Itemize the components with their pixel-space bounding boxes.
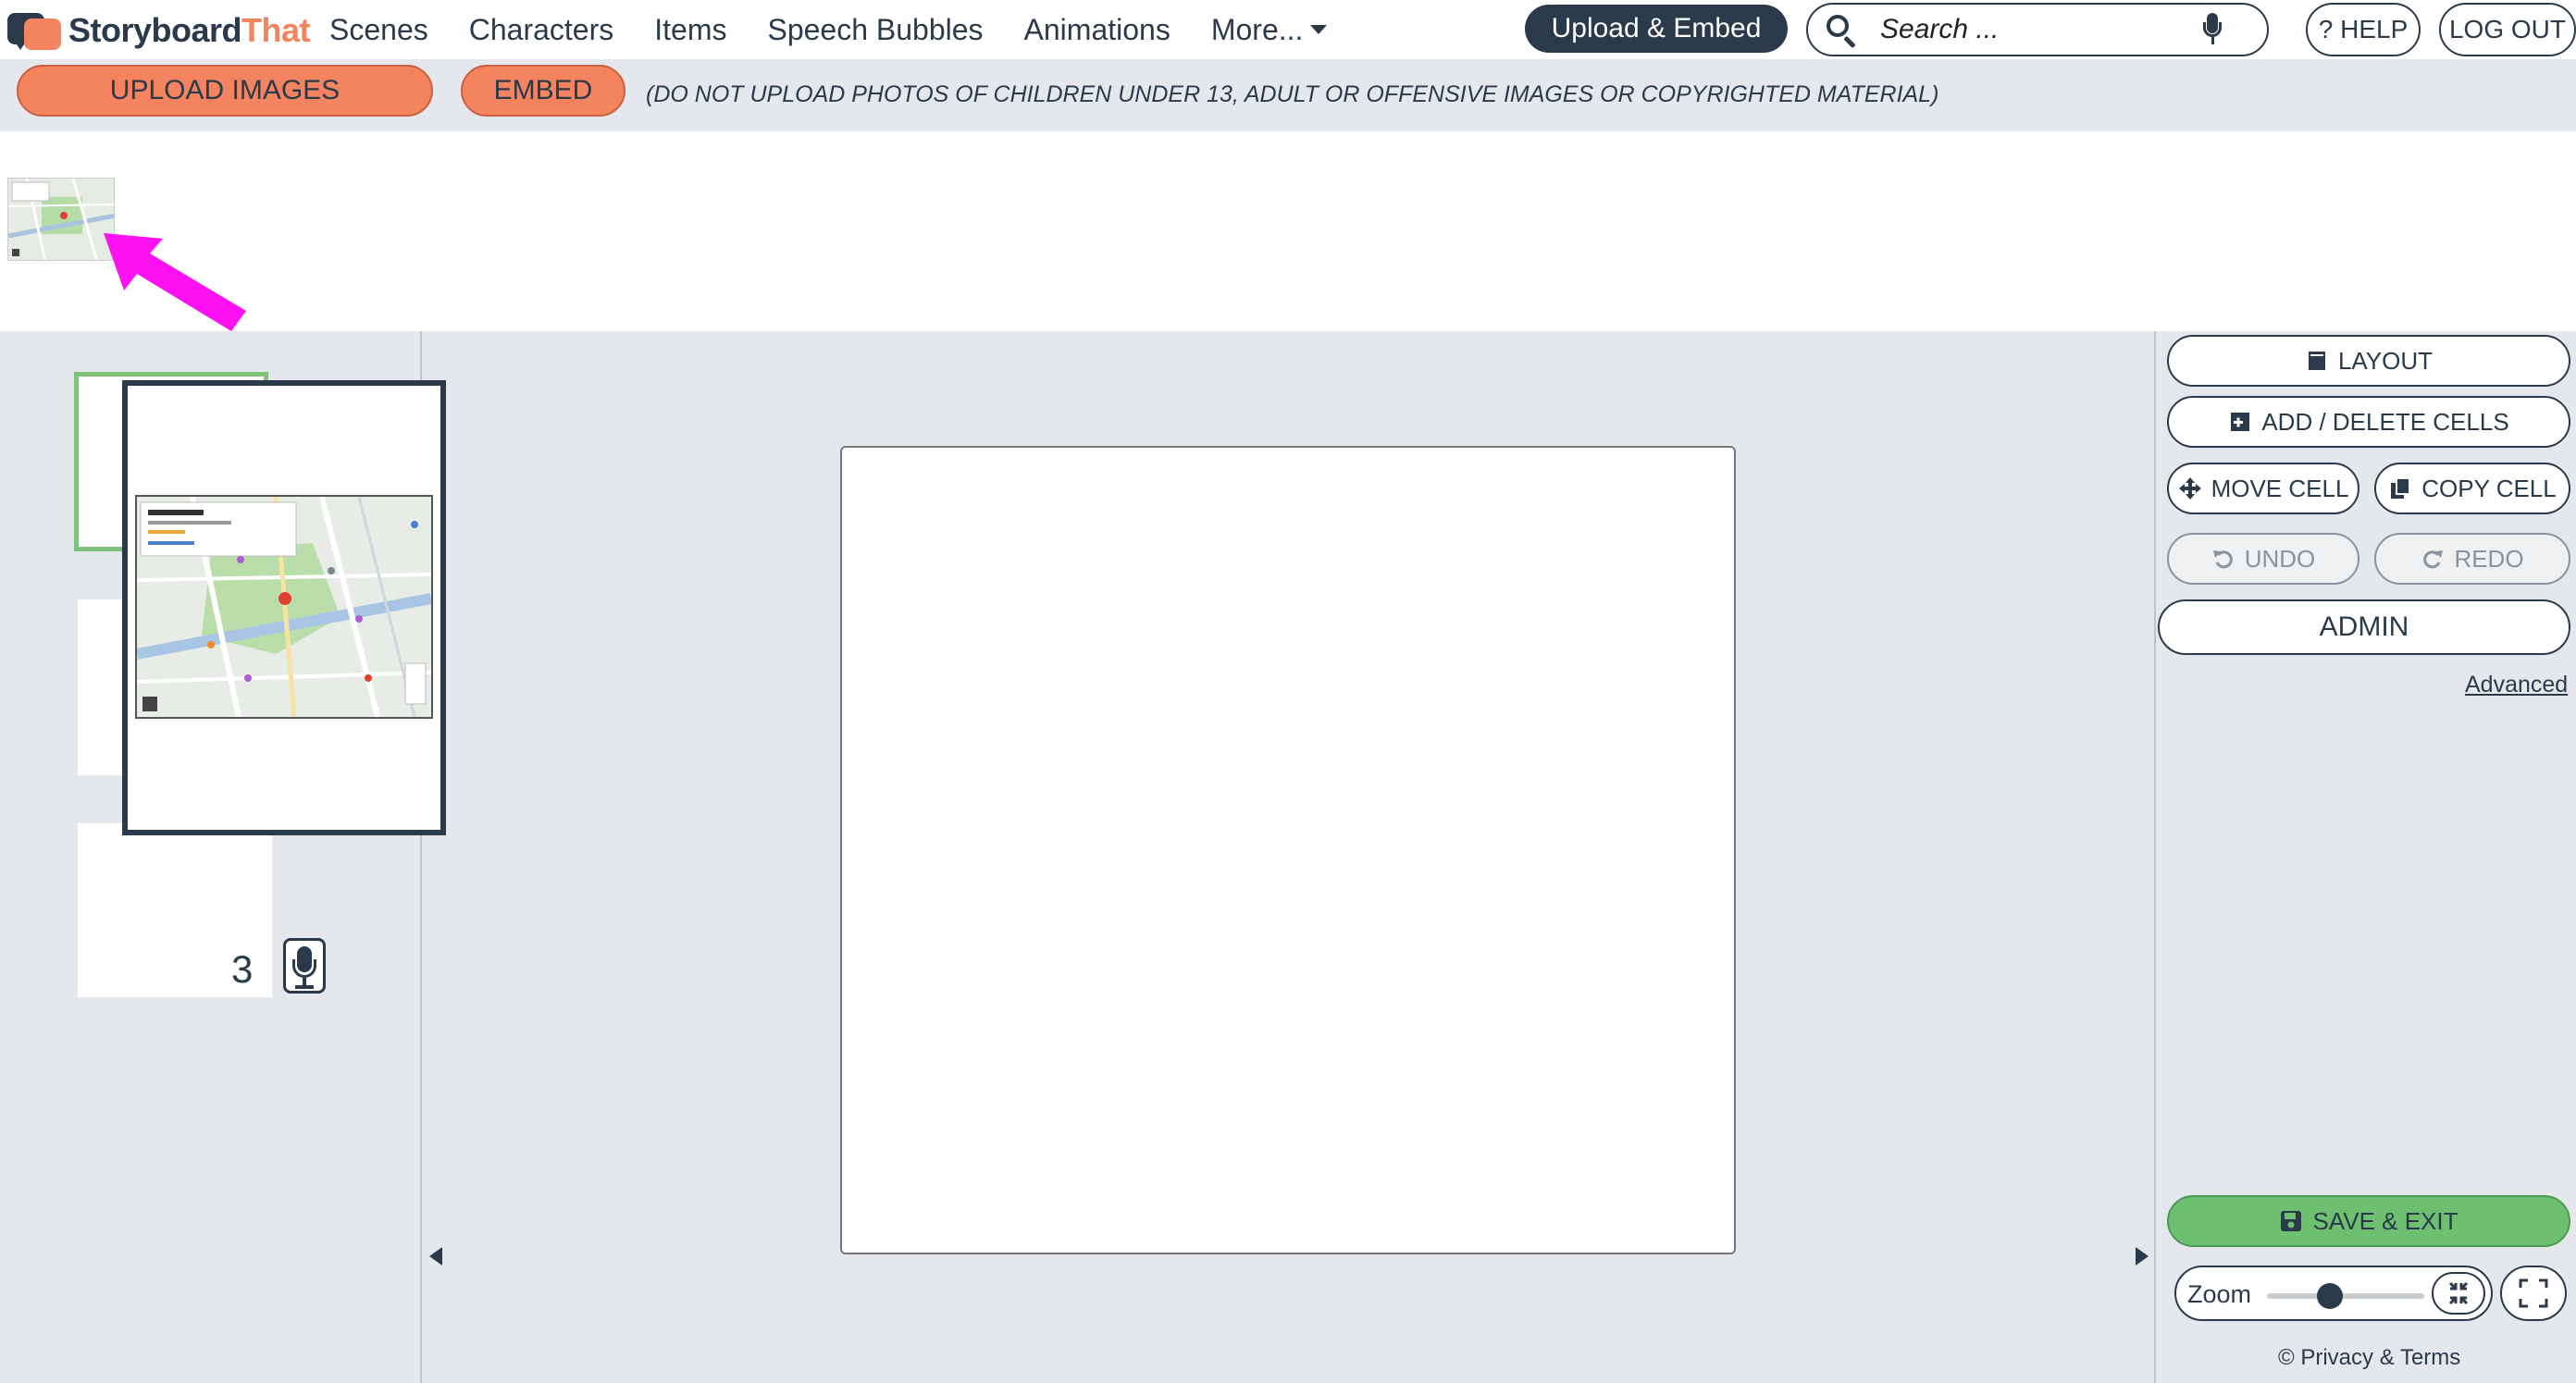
redo-button[interactable]: REDO [2374,533,2570,585]
nav-animations[interactable]: Animations [1024,13,1170,47]
caret-left-icon [429,1247,442,1266]
map-image [135,495,433,719]
logo[interactable]: StoryboardThat [7,9,311,52]
search-icon[interactable] [1825,13,1858,49]
nav-speech-bubbles[interactable]: Speech Bubbles [767,13,983,47]
caret-right-icon [2136,1247,2149,1266]
undo-label: UNDO [2244,544,2316,573]
zoom-fit-button[interactable] [2432,1272,2485,1315]
main-nav: Scenes Characters Items Speech Bubbles A… [329,0,1368,59]
copy-cell-button[interactable]: COPY CELL [2374,463,2570,514]
move-cell-label: MOVE CELL [2211,474,2349,502]
add-delete-cells-button[interactable]: ADD / DELETE CELLS [2167,396,2570,448]
uploaded-map-thumbnail[interactable] [7,178,115,261]
caret-down-icon [1310,25,1328,34]
layout-button-label: LAYOUT [2337,346,2434,375]
upload-embed-button[interactable]: Upload & Embed [1525,5,1788,53]
logo-text: StoryboardThat [68,11,311,50]
app-root: StoryboardThat Scenes Characters Items S… [0,0,2576,1383]
save-exit-button[interactable]: SAVE & EXIT [2167,1195,2570,1247]
undo-button[interactable]: UNDO [2167,533,2359,585]
logout-button[interactable]: LOG OUT [2439,3,2576,56]
map-graphic [137,497,431,717]
cell-number: 3 [231,947,254,991]
highlight-arrow-icon [104,233,246,331]
zoom-control: Zoom [2174,1266,2493,1321]
nav-more-label: More... [1210,12,1304,46]
fullscreen-icon [2519,1278,2548,1308]
layout-button[interactable]: LAYOUT [2167,335,2570,387]
map-thumbnail-image [8,179,114,260]
move-icon [2178,476,2202,500]
help-button[interactable]: ? HELP [2306,3,2421,56]
upload-disclaimer: (DO NOT UPLOAD PHOTOS OF CHILDREN UNDER … [646,81,1939,107]
search-input[interactable] [1880,14,2195,45]
save-icon [2279,1209,2303,1233]
cell-microphone-button[interactable] [283,938,326,994]
uploaded-images-tray [0,131,2576,331]
dragged-image-preview[interactable] [122,380,446,835]
copy-icon [2388,476,2412,500]
add-cell-icon [2228,410,2252,434]
top-navbar: StoryboardThat Scenes Characters Items S… [0,0,2576,59]
storyboard-canvas[interactable] [840,446,1736,1254]
move-cell-button[interactable]: MOVE CELL [2167,463,2359,514]
zoom-slider-track[interactable] [2267,1293,2424,1299]
undo-icon [2211,547,2235,571]
search-box [1806,3,2269,56]
logo-text-part2: That [242,11,311,49]
nav-scenes[interactable]: Scenes [329,13,428,47]
zoom-label: Zoom [2187,1280,2252,1308]
microphone-icon[interactable] [2202,13,2223,46]
zoom-slider-handle[interactable] [2317,1283,2343,1309]
fullscreen-button[interactable] [2500,1266,2567,1321]
nav-characters[interactable]: Characters [469,13,614,47]
nav-items[interactable]: Items [654,13,726,47]
copy-cell-label: COPY CELL [2421,474,2557,502]
admin-button[interactable]: ADMIN [2158,599,2570,655]
upload-images-button[interactable]: UPLOAD IMAGES [17,65,433,117]
cells-panel: 3 [0,331,446,1383]
upload-bar: UPLOAD IMAGES EMBED (DO NOT UPLOAD PHOTO… [0,59,2576,131]
collapse-left-panel-button[interactable] [422,1199,452,1314]
redo-icon [2421,547,2445,571]
advanced-link[interactable]: Advanced [2465,672,2568,698]
save-exit-label: SAVE & EXIT [2312,1206,2458,1235]
collapse-right-panel-button[interactable] [2124,1199,2154,1314]
layout-icon [2305,349,2329,373]
compress-icon [2448,1281,2469,1305]
embed-button[interactable]: EMBED [461,65,625,117]
logo-text-part1: Storyboard [68,11,242,49]
tools-panel: LAYOUT ADD / DELETE CELLS MOVE CELL COPY… [2154,331,2576,1383]
redo-label: REDO [2454,544,2524,573]
privacy-terms-link[interactable]: © Privacy & Terms [2278,1345,2460,1371]
logo-icon [7,9,63,52]
add-delete-cells-label: ADD / DELETE CELLS [2261,407,2509,436]
nav-more-dropdown[interactable]: More... [1211,13,1328,47]
